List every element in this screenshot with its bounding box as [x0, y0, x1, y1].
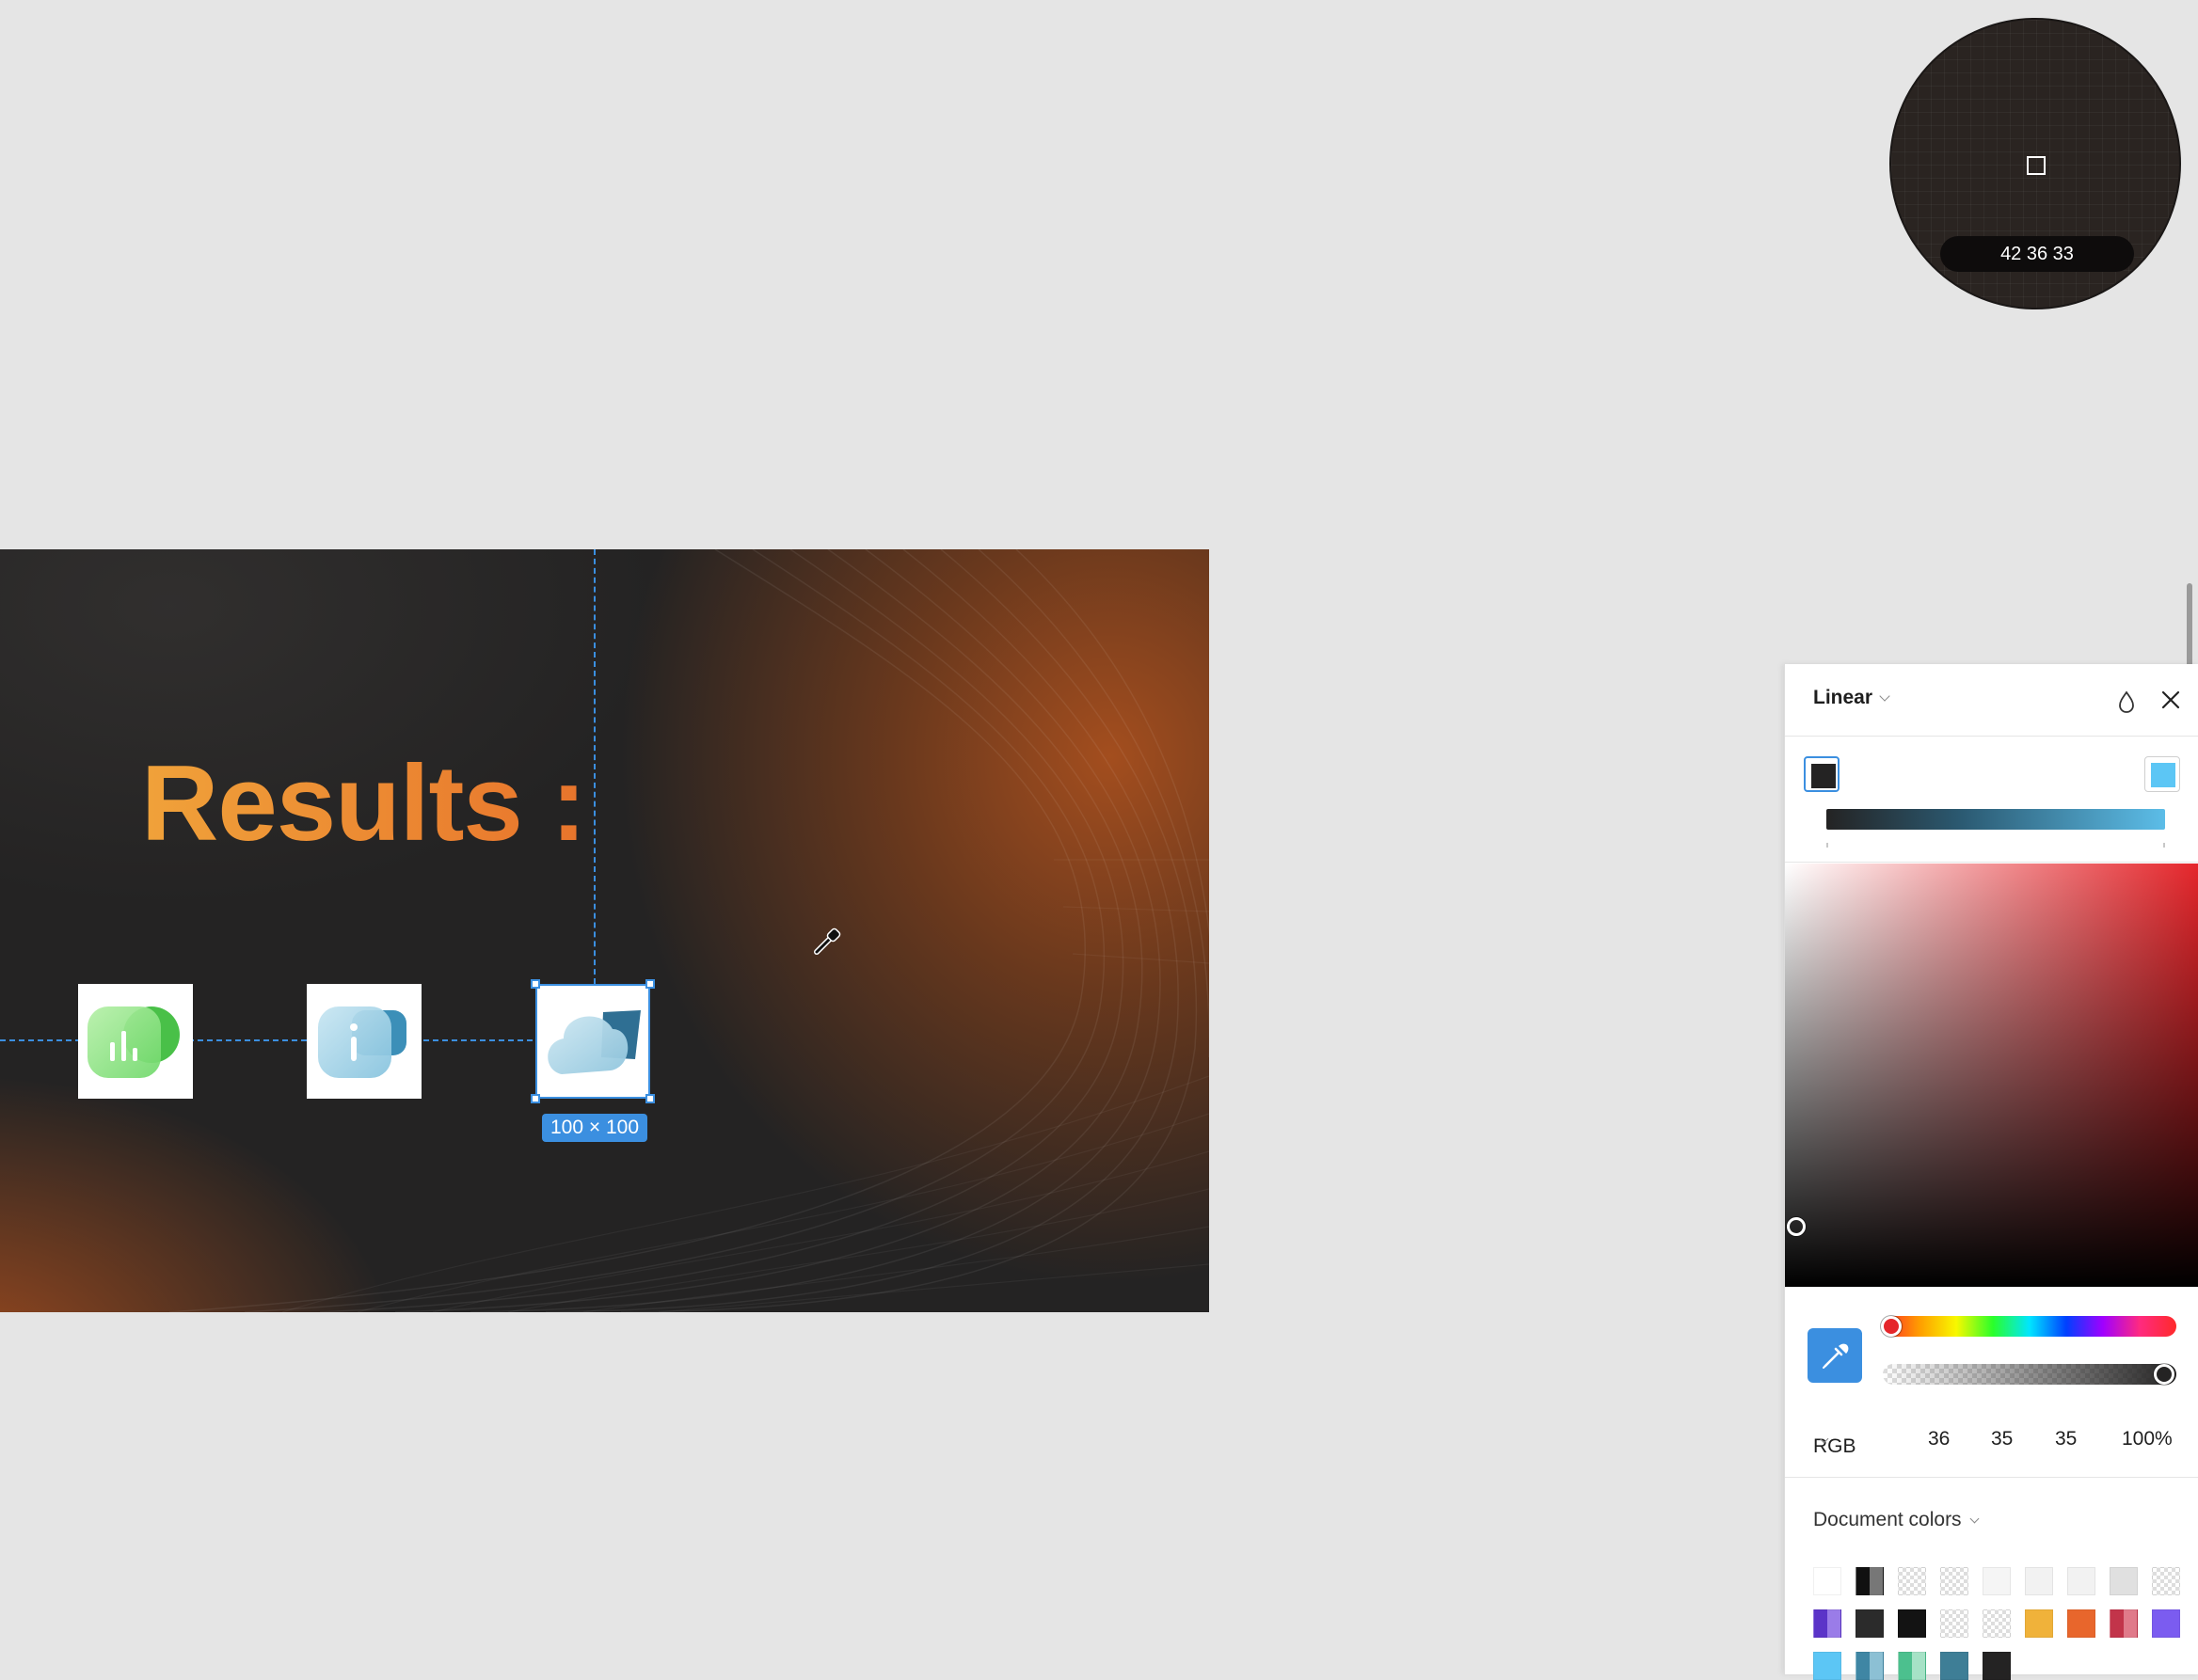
loupe-rgb-readout: 42 36 33 — [1940, 236, 2134, 272]
document-color-swatch[interactable] — [1813, 1567, 1841, 1595]
gradient-stop-end-swatch — [2151, 763, 2175, 787]
panel-header: Linear — [1785, 664, 2198, 737]
gradient-tick-start — [1826, 843, 1828, 848]
resize-handle-bottom-right[interactable] — [645, 1094, 655, 1103]
document-color-swatch[interactable] — [1940, 1567, 1968, 1595]
document-color-swatch[interactable] — [1813, 1652, 1841, 1680]
info-bubble-icon-tile[interactable] — [307, 984, 422, 1099]
selection-size-badge: 100 × 100 — [542, 1114, 648, 1142]
gradient-stop-start-swatch — [1811, 764, 1836, 788]
document-color-swatch[interactable] — [2152, 1609, 2180, 1638]
loupe-target-pixel — [2027, 156, 2046, 175]
resize-handle-top-right[interactable] — [645, 979, 655, 989]
document-color-swatch[interactable] — [2067, 1609, 2095, 1638]
gradient-stop-end[interactable] — [2144, 756, 2180, 792]
blend-drop-icon[interactable] — [2114, 689, 2139, 715]
canvas-scrollbar[interactable] — [2187, 583, 2192, 670]
eyedropper-button[interactable] — [1808, 1328, 1862, 1383]
document-color-swatch[interactable] — [1940, 1609, 1968, 1638]
opacity-value-input[interactable]: 100% — [2122, 1428, 2173, 1450]
document-color-swatch[interactable] — [2110, 1567, 2138, 1595]
hue-slider-knob[interactable] — [1881, 1316, 1902, 1337]
close-icon[interactable] — [2158, 687, 2184, 713]
red-value-input[interactable]: 36 — [1928, 1428, 1950, 1450]
opacity-slider-knob[interactable] — [2154, 1364, 2174, 1385]
results-title[interactable]: Results : — [141, 742, 586, 865]
document-color-swatch[interactable] — [2025, 1609, 2053, 1638]
vertical-smart-guide — [594, 549, 596, 984]
fill-type-label: Linear — [1813, 687, 1873, 708]
resize-handle-top-left[interactable] — [531, 979, 540, 989]
blue-value-input[interactable]: 35 — [2055, 1428, 2077, 1450]
hue-slider[interactable] — [1881, 1316, 2176, 1337]
saturation-value-knob[interactable] — [1787, 1217, 1806, 1236]
document-color-swatch[interactable] — [1856, 1609, 1884, 1638]
eyedropper-cursor-icon — [814, 927, 841, 955]
document-color-swatch[interactable] — [2152, 1567, 2180, 1595]
gradient-stop-start[interactable] — [1804, 756, 1840, 792]
saturation-value-field[interactable] — [1785, 864, 2198, 1287]
panel-divider — [1785, 862, 2198, 863]
green-value-input[interactable]: 35 — [1991, 1428, 2013, 1450]
resize-handle-bottom-left[interactable] — [531, 1094, 540, 1103]
document-color-swatch[interactable] — [1898, 1567, 1926, 1595]
color-picker-loupe: 42 36 33 — [1889, 18, 2181, 309]
color-value-row: RGB 36 35 35 100% — [1785, 1420, 2198, 1458]
document-color-swatch[interactable] — [1983, 1652, 2011, 1680]
panel-divider — [1785, 1477, 2198, 1478]
document-color-swatch[interactable] — [1898, 1609, 1926, 1638]
color-picker-panel: Linear RGB 36 35 35 100% Document colors — [1784, 664, 2198, 1680]
document-color-swatch[interactable] — [1898, 1652, 1926, 1680]
document-color-swatch[interactable] — [1940, 1652, 1968, 1680]
chevron-down-icon — [1969, 1514, 1980, 1524]
gradient-tick-end — [2163, 843, 2165, 848]
design-canvas[interactable]: Results : 100 × 100 42 36 33 Linear RGB … — [0, 0, 2198, 1680]
document-color-swatch[interactable] — [1813, 1609, 1841, 1638]
eyedropper-icon — [1823, 1343, 1849, 1369]
wave-mesh-background — [168, 549, 1209, 1312]
document-color-swatch[interactable] — [2110, 1609, 2138, 1638]
results-frame[interactable]: Results : 100 × 100 — [0, 549, 1209, 1312]
document-color-swatch[interactable] — [1983, 1609, 2011, 1638]
gradient-preview-bar[interactable] — [1826, 809, 2165, 830]
document-color-swatch[interactable] — [2067, 1567, 2095, 1595]
document-color-swatch[interactable] — [2025, 1567, 2053, 1595]
chevron-down-icon — [1879, 690, 1890, 702]
document-color-swatch[interactable] — [1856, 1567, 1884, 1595]
chart-bubble-icon — [88, 1006, 180, 1078]
info-bubble-icon — [318, 1006, 406, 1078]
opacity-slider[interactable] — [1883, 1364, 2176, 1385]
document-color-swatch[interactable] — [1856, 1652, 1884, 1680]
document-colors-dropdown[interactable]: Document colors — [1813, 1509, 1980, 1531]
selection-box[interactable] — [535, 984, 650, 1099]
chart-bubble-icon-tile[interactable] — [78, 984, 193, 1099]
document-colors-label: Document colors — [1813, 1509, 1962, 1530]
fill-type-dropdown[interactable]: Linear — [1813, 687, 1890, 709]
document-color-swatch[interactable] — [1983, 1567, 2011, 1595]
